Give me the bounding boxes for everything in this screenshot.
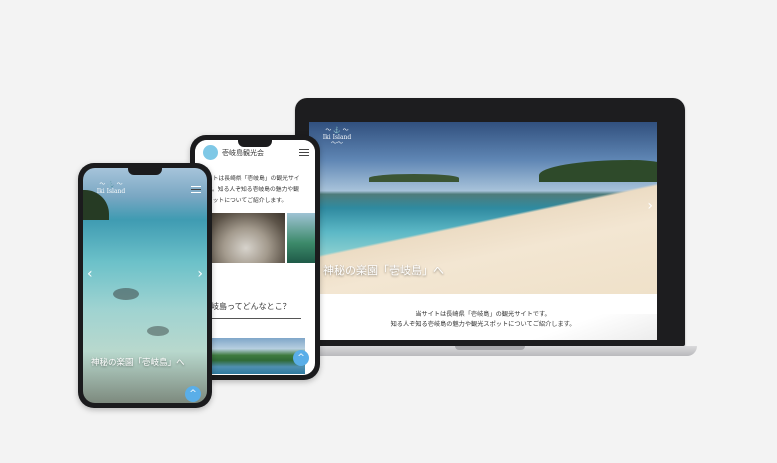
intro-line: スポットについてご紹介します。 <box>201 198 288 204</box>
intro-line: サイトは長崎県「壱岐島」の観光サイ <box>201 176 300 182</box>
phone-screen: 壱岐島観光会 サイトは長崎県「壱岐島」の観光サイ です。知る人ぞ知る壱岐島の魅力… <box>195 140 315 375</box>
island-hill <box>369 174 459 182</box>
intro-line: 知る人ぞ知る壱岐島の魅力や観光スポットについてご紹介します。 <box>390 321 576 328</box>
scroll-top-button[interactable]: ^ <box>185 386 201 402</box>
intro-text: サイトは長崎県「壱岐島」の観光サイ です。知る人ぞ知る壱岐島の魅力や観 スポット… <box>201 174 313 207</box>
hero-caption: 神秘の楽園「壱岐島」へ <box>323 264 444 277</box>
island-hill <box>539 160 657 182</box>
section-heading: 壱岐島ってどんなとこ？ <box>203 302 291 311</box>
island-photo <box>201 338 305 374</box>
slider-prev-arrow[interactable]: ‹ <box>87 266 93 282</box>
hero-caption: 神秘の楽園「壱岐島」へ <box>91 358 185 368</box>
menu-icon[interactable] <box>299 149 309 156</box>
slider-next-arrow[interactable]: › <box>647 198 653 214</box>
phone-mockup-front: 〜 ⚓ 〜 Iki Island ‹ › 神秘の楽園「壱岐島」へ ^ <box>78 163 212 408</box>
site-logo: 〜 ⚓ 〜 Iki Island 〜〜 <box>322 127 352 148</box>
laptop-notch <box>455 346 525 350</box>
phone-notch <box>128 168 162 175</box>
gallery-photo[interactable] <box>207 213 285 263</box>
scroll-top-button[interactable]: ^ <box>293 350 309 366</box>
phone-screen: 〜 ⚓ 〜 Iki Island ‹ › 神秘の楽園「壱岐島」へ ^ <box>83 168 207 403</box>
hero-image: 〜 ⚓ 〜 Iki Island 〜〜 › 神秘の楽園「壱岐島」へ <box>309 122 657 294</box>
rock <box>113 288 139 300</box>
intro-line: 当サイトは長崎県「壱岐島」の観光サイトです。 <box>415 311 551 318</box>
gallery-photo[interactable] <box>287 213 315 263</box>
menu-icon[interactable] <box>191 186 201 193</box>
device-mockup-stage: 〜 ⚓ 〜 Iki Island 〜〜 › 神秘の楽園「壱岐島」へ 当サイトは長崎県… <box>0 0 777 463</box>
intro-line: です。知る人ぞ知る壱岐島の魅力や観 <box>201 187 299 193</box>
rock <box>147 326 169 336</box>
laptop-screen: 〜 ⚓ 〜 Iki Island 〜〜 › 神秘の楽園「壱岐島」へ 当サイトは長崎県… <box>309 122 657 340</box>
site-title[interactable]: 壱岐島観光会 <box>222 148 264 158</box>
site-logo-icon[interactable] <box>203 145 218 160</box>
laptop-mockup: 〜 ⚓ 〜 Iki Island 〜〜 › 神秘の楽園「壱岐島」へ 当サイトは長崎県… <box>283 98 697 358</box>
slider-next-arrow[interactable]: › <box>197 266 203 282</box>
heading-divider <box>201 318 301 319</box>
intro-section: 当サイトは長崎県「壱岐島」の観光サイトです。 知る人ぞ知る壱岐島の魅力や観光スポ… <box>309 294 657 340</box>
photo-gallery <box>195 213 315 265</box>
site-logo: 〜 ⚓ 〜 Iki Island <box>96 181 126 195</box>
phone-notch <box>238 140 272 147</box>
